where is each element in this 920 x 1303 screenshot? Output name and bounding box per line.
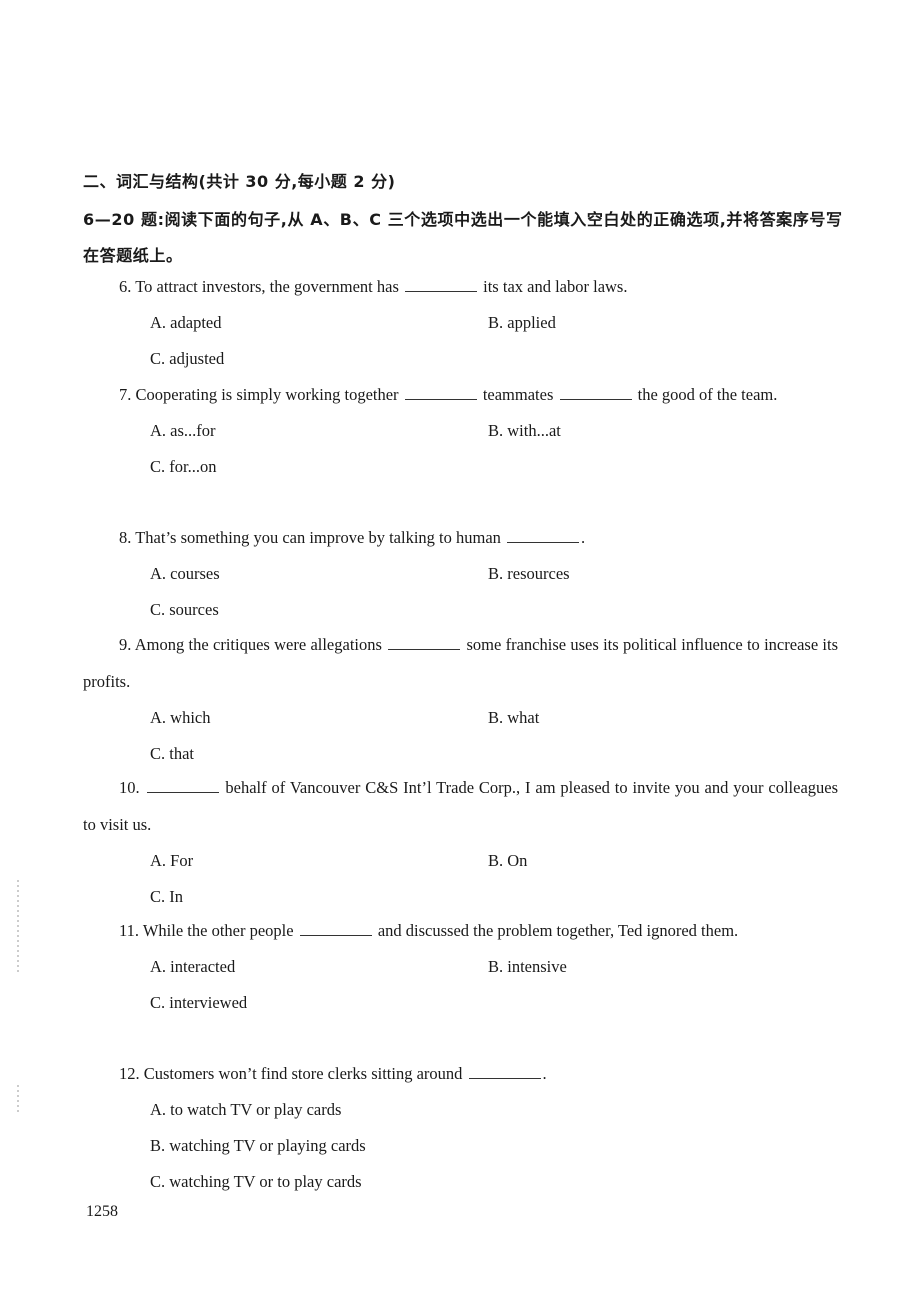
question-6: 6. To attract investors, the government … (83, 268, 838, 377)
option-c: C. adjusted (150, 349, 225, 368)
question-stem: 8. That’s something you can improve by t… (83, 519, 838, 556)
answer-blank (388, 637, 461, 650)
stem-text: Cooperating is simply working together (135, 385, 403, 404)
stem-text: While the other people (142, 921, 298, 940)
option-a: A. For (150, 851, 194, 870)
option-b: B. intensive (488, 957, 567, 976)
option-b: B. watching TV or playing cards (150, 1136, 366, 1155)
question-stem: 7. Cooperating is simply working togethe… (83, 376, 838, 413)
scan-artifact (17, 880, 19, 975)
stem-text: teammates (478, 385, 558, 404)
answer-blank (468, 1066, 541, 1079)
question-10: 10. behalf of Vancouver C&S Int’l Trade … (83, 769, 838, 915)
question-number: 7. (119, 385, 132, 404)
question-11: 11. While the other people and discussed… (83, 912, 838, 1021)
scan-artifact (17, 1085, 19, 1115)
page-number: 1258 (86, 1203, 118, 1220)
question-number: 8. (119, 528, 132, 547)
stem-text: its tax and labor laws. (479, 277, 628, 296)
option-c: C. that (150, 744, 194, 763)
question-stem: 9. Among the critiques were allegations … (83, 626, 838, 700)
answer-blank (404, 387, 477, 400)
option-b: B. applied (488, 313, 556, 332)
option-b: B. On (488, 851, 528, 870)
option-b: B. with...at (488, 421, 561, 440)
section-instructions: 6—20 题:阅读下面的句子,从 A、B、C 三个选项中选出一个能填入空白处的正… (83, 210, 843, 265)
exam-page: 二、词汇与结构(共计 30 分,每小题 2 分) 6—20 题:阅读下面的句子,… (0, 0, 920, 1303)
section-title: 二、词汇与结构(共计 30 分,每小题 2 分) (83, 172, 396, 191)
stem-text: That’s something you can improve by talk… (135, 528, 506, 547)
option-a: A. courses (150, 564, 220, 583)
question-number: 6. (119, 277, 132, 296)
question-number: 12. (119, 1064, 140, 1083)
stem-text: Customers won’t find store clerks sittin… (143, 1064, 467, 1083)
question-8: 8. That’s something you can improve by t… (83, 519, 838, 628)
option-b: B. resources (488, 564, 570, 583)
question-stem: 6. To attract investors, the government … (83, 268, 838, 305)
option-c: C. watching TV or to play cards (150, 1172, 362, 1191)
option-c: C. sources (150, 600, 219, 619)
stem-text: . (542, 1064, 547, 1083)
question-stem: 10. behalf of Vancouver C&S Int’l Trade … (83, 769, 838, 843)
answer-blank (146, 780, 219, 793)
question-number: 10. (119, 778, 140, 797)
option-c: C. interviewed (150, 993, 248, 1012)
question-number: 9. (119, 635, 132, 654)
question-number: 11. (119, 921, 140, 940)
option-a: A. interacted (150, 957, 236, 976)
question-stem: 12. Customers won’t find store clerks si… (83, 1055, 838, 1092)
question-12: 12. Customers won’t find store clerks si… (83, 1055, 838, 1200)
question-7: 7. Cooperating is simply working togethe… (83, 376, 838, 485)
option-b: B. what (488, 708, 540, 727)
option-c: C. In (150, 887, 183, 906)
answer-blank (507, 530, 580, 543)
option-a: A. adapted (150, 313, 222, 332)
stem-text: Among the critiques were allegations (134, 635, 387, 654)
question-9: 9. Among the critiques were allegations … (83, 626, 838, 772)
answer-blank (299, 923, 372, 936)
option-c: C. for...on (150, 457, 217, 476)
question-stem: 11. While the other people and discussed… (83, 912, 838, 949)
option-a: A. which (150, 708, 211, 727)
answer-blank (405, 279, 478, 292)
option-a: A. to watch TV or play cards (150, 1100, 342, 1119)
stem-text: and discussed the problem together, Ted … (373, 921, 739, 940)
answer-blank (559, 387, 632, 400)
stem-text: . (581, 528, 586, 547)
option-a: A. as...for (150, 421, 216, 440)
stem-text: the good of the team. (633, 385, 778, 404)
stem-text: To attract investors, the government has (135, 277, 404, 296)
